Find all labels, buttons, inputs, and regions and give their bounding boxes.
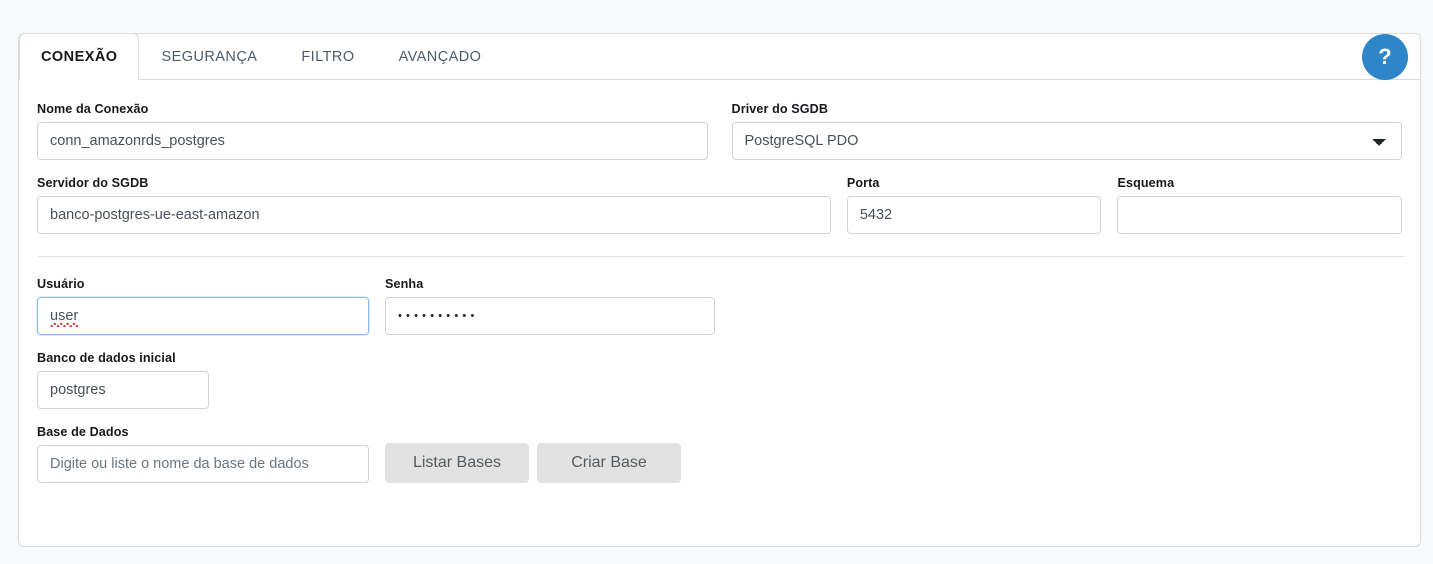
form-row-initial-database: Banco de dados inicial [37,351,1402,409]
form-row-connection: Nome da Conexão Driver do SGDB PostgreSQ… [37,102,1402,160]
initial-database-label: Banco de dados inicial [37,351,176,365]
tab-conexao-label: CONEXÃO [41,49,118,65]
field-connection-name: Nome da Conexão [37,102,708,160]
field-password: Senha •••••••••• [385,277,715,335]
initial-database-input[interactable] [37,371,209,409]
field-database: Base de Dados [37,425,369,483]
create-base-button[interactable]: Criar Base [537,443,681,483]
section-divider [37,256,1405,257]
help-icon[interactable]: ? [1362,34,1408,80]
server-input[interactable] [37,196,831,234]
server-label: Servidor do SGDB [37,176,149,190]
spellcheck-underline-icon [50,323,79,327]
list-bases-button[interactable]: Listar Bases [385,443,529,483]
password-label: Senha [385,277,424,291]
field-initial-database: Banco de dados inicial [37,351,209,409]
tab-bar: CONEXÃO SEGURANÇA FILTRO AVANÇADO ? [19,33,1420,81]
user-label: Usuário [37,277,85,291]
field-schema: Esquema [1117,176,1402,234]
form-row-database: Base de Dados Listar Bases Criar Base [37,425,1402,483]
connection-name-label: Nome da Conexão [37,102,149,116]
driver-select[interactable]: PostgreSQL PDO [731,122,1402,160]
field-user: Usuário user [37,277,369,335]
tab-avancado-label: AVANÇADO [398,49,482,65]
field-port: Porta [846,176,1102,234]
tab-filtro[interactable]: FILTRO [279,33,376,80]
password-input[interactable]: •••••••••• [385,297,715,335]
database-label: Base de Dados [37,425,129,439]
form-row-server: Servidor do SGDB Porta Esquema [37,176,1402,234]
field-driver: Driver do SGDB PostgreSQL PDO [731,102,1402,160]
connection-form: Nome da Conexão Driver do SGDB PostgreSQ… [19,80,1420,546]
password-masked-value: •••••••••• [398,309,479,322]
driver-label: Driver do SGDB [731,102,829,116]
tab-conexao[interactable]: CONEXÃO [19,33,140,81]
port-input[interactable] [846,196,1102,234]
database-input[interactable] [37,445,369,483]
form-row-credentials: Usuário user Senha •••••••••• [37,277,1402,335]
tab-seguranca[interactable]: SEGURANÇA [139,33,279,80]
user-input-value: user [50,308,79,324]
field-server: Servidor do SGDB [37,176,831,234]
schema-label: Esquema [1117,176,1175,190]
connection-name-input[interactable] [37,122,708,160]
schema-input[interactable] [1117,196,1402,234]
tab-seguranca-label: SEGURANÇA [161,49,258,65]
tab-avancado[interactable]: AVANÇADO [377,33,504,80]
port-label: Porta [846,176,880,190]
tab-filtro-label: FILTRO [301,49,355,65]
connection-settings-card: CONEXÃO SEGURANÇA FILTRO AVANÇADO ? Nome… [18,33,1421,547]
user-input[interactable]: user [37,297,369,335]
